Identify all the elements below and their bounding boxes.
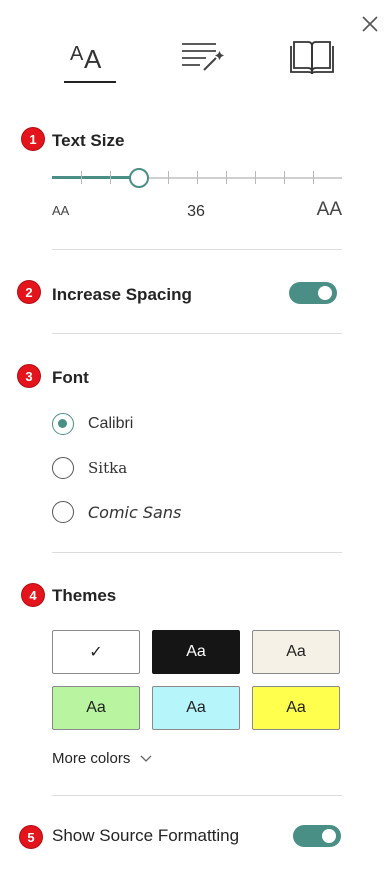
font-option-comic-sans[interactable]: Comic Sans: [52, 499, 181, 525]
text-size-title: Text Size: [52, 131, 125, 150]
increase-spacing-label: Increase Spacing: [52, 285, 192, 304]
more-colors-button[interactable]: More colors: [52, 750, 152, 767]
increase-spacing-toggle[interactable]: [289, 282, 337, 304]
theme-swatch-black[interactable]: Aa: [152, 630, 240, 674]
step-badge: 3: [18, 365, 40, 387]
svg-text:A: A: [70, 43, 84, 65]
selected-tab-indicator: [64, 81, 116, 83]
slider-tick: [284, 171, 285, 184]
text-size-slider[interactable]: [52, 166, 342, 190]
text-size-icon: A A: [70, 43, 102, 74]
radio[interactable]: [52, 501, 74, 523]
slider-tick: [197, 171, 198, 184]
themes-title: Themes: [52, 586, 117, 605]
divider: [52, 333, 342, 334]
slider-tick: [81, 171, 82, 184]
tab-text-preferences[interactable]: A A: [64, 34, 116, 84]
font-title: Font: [52, 368, 89, 387]
divider: [52, 795, 342, 796]
chevron-down-icon: [140, 755, 152, 762]
toggle-knob: [322, 829, 336, 843]
font-option-calibri[interactable]: Calibri: [52, 411, 133, 437]
step-badge: 5: [20, 826, 42, 848]
slider-fill: [52, 176, 139, 179]
theme-swatch-cream[interactable]: Aa: [252, 630, 340, 674]
magic-lines-icon: [182, 43, 224, 71]
book-icon: [290, 41, 334, 75]
slider-tick: [255, 171, 256, 184]
slider-tick: [110, 171, 111, 184]
font-option-label: Comic Sans: [88, 502, 182, 522]
toggle-knob: [318, 286, 332, 300]
theme-swatch-green[interactable]: Aa: [52, 686, 140, 730]
step-badge: 1: [22, 128, 44, 150]
radio[interactable]: [52, 457, 74, 479]
font-option-label: Sitka: [88, 459, 128, 477]
tab-grammar-options[interactable]: [176, 34, 228, 84]
text-size-large-label: AA: [316, 199, 342, 220]
slider-tick: [313, 171, 314, 184]
show-source-formatting-toggle[interactable]: [293, 825, 341, 847]
show-source-formatting-label: Show Source Formatting: [52, 826, 240, 845]
slider-tick: [226, 171, 227, 184]
tab-bar: A A: [0, 34, 388, 86]
theme-swatch-yellow[interactable]: Aa: [252, 686, 340, 730]
radio-checked[interactable]: [52, 413, 74, 435]
svg-text:A: A: [84, 44, 102, 74]
theme-grid: ✓ Aa Aa Aa Aa Aa: [52, 630, 342, 734]
font-option-sitka[interactable]: Sitka: [52, 455, 127, 481]
slider-tick: [168, 171, 169, 184]
text-size-small-label: AA: [52, 203, 70, 218]
theme-swatch-cyan[interactable]: Aa: [152, 686, 240, 730]
divider: [52, 552, 342, 553]
font-option-label: Calibri: [88, 415, 134, 432]
close-icon[interactable]: [358, 12, 382, 36]
divider: [52, 249, 342, 250]
theme-swatch-white[interactable]: ✓: [52, 630, 140, 674]
more-colors-label: More colors: [52, 750, 131, 767]
text-size-value: 36: [187, 203, 205, 220]
step-badge: 2: [18, 281, 40, 303]
tab-reading-preferences[interactable]: [286, 34, 338, 84]
slider-thumb[interactable]: [129, 168, 149, 188]
step-badge: 4: [22, 584, 44, 606]
